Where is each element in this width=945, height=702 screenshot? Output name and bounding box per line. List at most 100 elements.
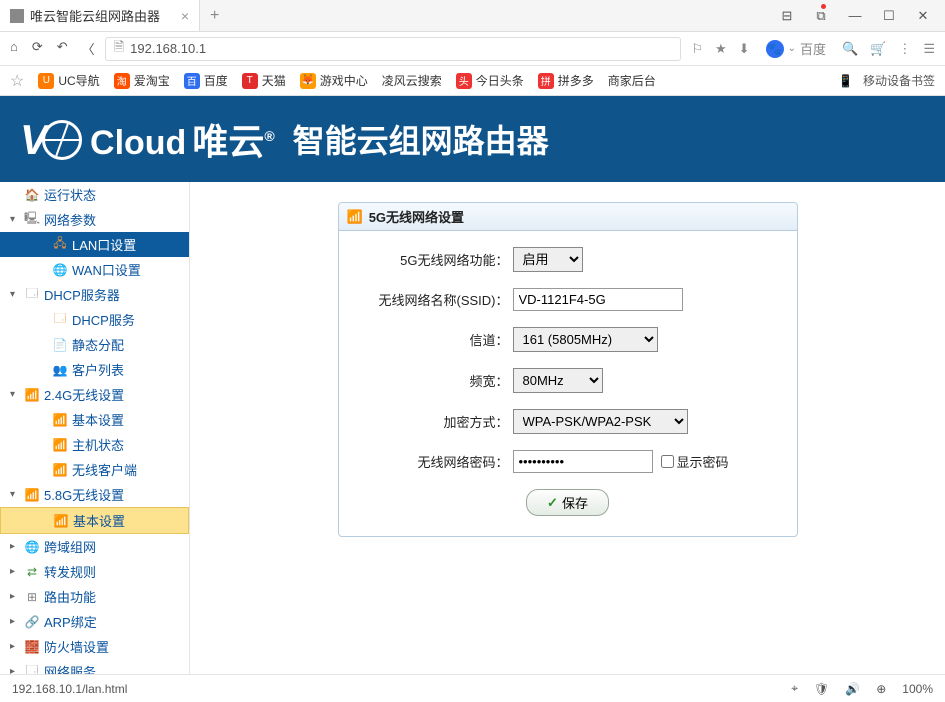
volume-icon[interactable]: 🔊	[845, 682, 860, 696]
tree-item-label: 基本设置	[73, 511, 125, 530]
shield-icon[interactable]: 🛡	[814, 682, 829, 696]
sidebar-item[interactable]: 📶基本设置	[0, 407, 189, 432]
tree-toggle-icon: ▸	[10, 541, 20, 552]
hamburger-menu-icon[interactable]: ☰	[923, 41, 935, 57]
sidebar-item[interactable]: ▾📶5.8G无线设置	[0, 482, 189, 507]
sidebar-item[interactable]: ▸⇄转发规则	[0, 559, 189, 584]
search-icon[interactable]: 🔍	[842, 41, 858, 57]
sidebar-item[interactable]: 🌐WAN口设置	[0, 257, 189, 282]
back-icon[interactable]: 〈	[82, 39, 95, 58]
sidebar-item[interactable]: 📶基本设置	[0, 507, 189, 534]
sidebar-item[interactable]: ▸⊞路由功能	[0, 584, 189, 609]
sidebar-item[interactable]: ▸🔗ARP绑定	[0, 609, 189, 634]
flag-icon[interactable]: ⚐	[691, 41, 703, 57]
check-icon: ✓	[547, 495, 558, 511]
select-channel[interactable]: 161 (5805MHz)	[513, 327, 658, 352]
bookmark-item[interactable]: 商家后台	[608, 72, 656, 89]
input-ssid[interactable]	[513, 288, 683, 311]
main-content: 📶 5G无线网络设置 5G无线网络功能： 启用 无线网络名称(SSID)： 信道…	[190, 182, 945, 674]
tree-item-icon: 📶	[52, 437, 68, 453]
tree-item-icon: 📄	[52, 337, 68, 353]
sidebar-item[interactable]: 🖧LAN口设置	[0, 232, 189, 257]
sidebar-item[interactable]: 👥客户列表	[0, 357, 189, 382]
bookmark-item[interactable]: 🦊游戏中心	[300, 72, 368, 89]
window-restore-icon[interactable]: ⧉	[811, 8, 831, 24]
sidebar-item[interactable]: ▾📶2.4G无线设置	[0, 382, 189, 407]
sidebar-item[interactable]: 📄静态分配	[0, 332, 189, 357]
bookmark-item[interactable]: 头今日头条	[456, 72, 524, 89]
bookmark-icon: T	[242, 73, 258, 89]
window-maximize-icon[interactable]: ☐	[879, 8, 899, 24]
bookmark-item[interactable]: T天猫	[242, 72, 286, 89]
input-password[interactable]	[513, 450, 653, 473]
favorites-icon[interactable]: ☆	[10, 71, 24, 91]
sidebar-item[interactable]: ▾🖳网络参数	[0, 207, 189, 232]
search-engine-select[interactable]: 🐾 ⌄ 百度	[762, 39, 830, 58]
download-icon[interactable]: ⬇	[739, 41, 750, 57]
sidebar-item[interactable]: 📶无线客户端	[0, 457, 189, 482]
tree-item-label: 主机状态	[72, 435, 124, 454]
tree-item-icon: 🖧	[52, 237, 68, 253]
bookmark-label: UC导航	[58, 72, 99, 89]
tree-item-label: WAN口设置	[72, 260, 141, 279]
tree-toggle-icon: ▸	[10, 616, 20, 627]
site-info-icon[interactable]: 🗎	[114, 38, 124, 60]
sidebar-item[interactable]: ▸🗔网络服务	[0, 659, 189, 674]
cart-icon[interactable]: 🛒	[870, 41, 886, 57]
home-icon[interactable]: ⌂	[10, 39, 18, 58]
browser-tab-bar: 唯云智能云组网路由器 × + ⊟ ⧉ — ☐ ✕	[0, 0, 945, 32]
tree-item-label: 防火墙设置	[44, 637, 109, 656]
save-button[interactable]: ✓ 保存	[526, 489, 609, 516]
mobile-bookmarks-icon[interactable]: 📱	[838, 74, 853, 88]
url-input[interactable]: 🗎 192.168.10.1	[105, 37, 682, 61]
tree-item-icon: 🌐	[52, 262, 68, 278]
tree-item-icon: 📶	[24, 387, 40, 403]
tree-item-icon: 🗔	[52, 312, 68, 328]
select-enable[interactable]: 启用	[513, 247, 583, 272]
sidebar-item[interactable]: 📶主机状态	[0, 432, 189, 457]
page-header: V Cloud 唯云® 智能云组网路由器	[0, 96, 945, 182]
star-icon[interactable]: ★	[715, 41, 727, 57]
compass-icon[interactable]: ⌖	[791, 681, 798, 696]
undo-icon[interactable]: ↶	[57, 39, 68, 58]
tree-item-label: 5.8G无线设置	[44, 485, 124, 504]
bookmark-label: 商家后台	[608, 72, 656, 89]
sidebar-nav: 🏠运行状态▾🖳网络参数🖧LAN口设置🌐WAN口设置▾🗔DHCP服务器🗔DHCP服…	[0, 182, 190, 674]
bookmark-item[interactable]: 凌风云搜索	[382, 72, 442, 89]
tree-toggle-icon: ▸	[10, 566, 20, 577]
tree-item-label: 静态分配	[72, 335, 124, 354]
reload-icon[interactable]: ⟳	[32, 39, 43, 58]
panel-header: 📶 5G无线网络设置	[339, 203, 797, 231]
window-minimize-icon[interactable]: —	[845, 8, 865, 24]
show-password-toggle[interactable]: 显示密码	[661, 452, 729, 471]
new-tab-button[interactable]: +	[200, 7, 229, 25]
chevron-down-icon: ⌄	[788, 43, 796, 54]
sidebar-item[interactable]: 🏠运行状态	[0, 182, 189, 207]
browser-tab[interactable]: 唯云智能云组网路由器 ×	[0, 0, 200, 31]
url-text: 192.168.10.1	[130, 41, 206, 56]
tree-item-label: 2.4G无线设置	[44, 385, 124, 404]
tree-item-icon: 📶	[52, 412, 68, 428]
zoom-icon[interactable]: ⊕	[876, 682, 886, 696]
tree-item-icon: 🗔	[24, 664, 40, 675]
tree-item-label: ARP绑定	[44, 612, 97, 631]
bookmark-item[interactable]: 拼拼多多	[538, 72, 594, 89]
label-ssid: 无线网络名称(SSID)：	[363, 290, 513, 309]
sidebar-item[interactable]: ▾🗔DHCP服务器	[0, 282, 189, 307]
tree-item-icon: 🖳	[24, 212, 40, 228]
sidebar-item[interactable]: ▸🧱防火墙设置	[0, 634, 189, 659]
bookmark-label: 拼多多	[558, 72, 594, 89]
sidebar-item[interactable]: 🗔DHCP服务	[0, 307, 189, 332]
window-pin-icon[interactable]: ⊟	[777, 8, 797, 24]
mobile-bookmarks-label[interactable]: 移动设备书签	[863, 72, 935, 89]
bookmark-item[interactable]: 淘爱淘宝	[114, 72, 170, 89]
close-tab-icon[interactable]: ×	[181, 8, 189, 24]
bookmark-item[interactable]: UUC导航	[38, 72, 99, 89]
sidebar-item[interactable]: ▸🌐跨域组网	[0, 534, 189, 559]
kebab-menu-icon[interactable]: ⋮	[898, 41, 911, 57]
select-bandwidth[interactable]: 80MHz	[513, 368, 603, 393]
select-encryption[interactable]: WPA-PSK/WPA2-PSK	[513, 409, 688, 434]
show-password-checkbox[interactable]	[661, 455, 674, 468]
bookmark-item[interactable]: 百百度	[184, 72, 228, 89]
window-close-icon[interactable]: ✕	[913, 8, 933, 24]
